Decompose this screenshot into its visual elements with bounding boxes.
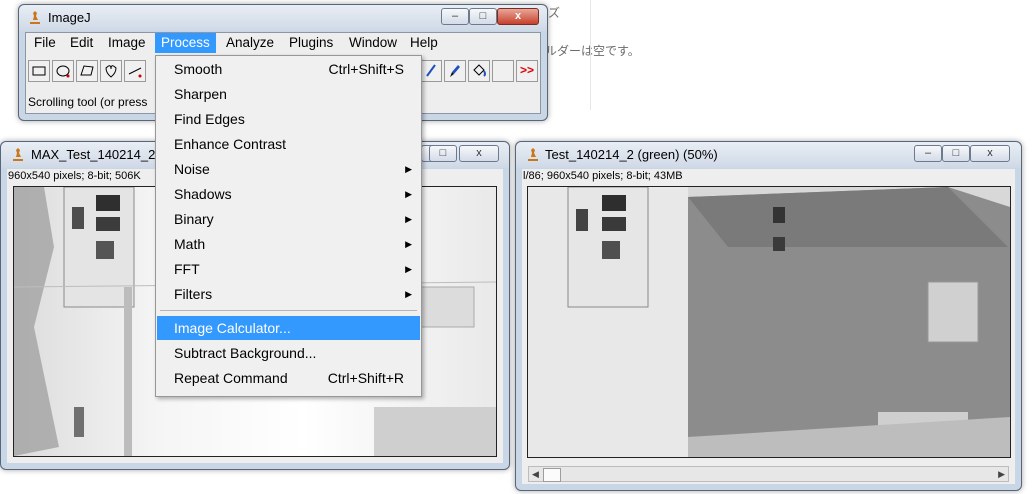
menu-image[interactable]: Image bbox=[102, 33, 152, 53]
oval-tool[interactable] bbox=[52, 60, 74, 82]
menu-item-filters[interactable]: Filters ▶ bbox=[157, 282, 420, 306]
menu-item-label: Smooth bbox=[174, 61, 223, 77]
menu-item-shadows[interactable]: Shadows ▶ bbox=[157, 182, 420, 206]
menu-item-smooth[interactable]: Smooth Ctrl+Shift+S bbox=[157, 57, 420, 81]
background-hint-top: ズ bbox=[548, 6, 561, 20]
green-window-restore-button[interactable]: □ bbox=[942, 145, 970, 162]
pencil-icon bbox=[426, 64, 436, 77]
green-window-content: l/86; 960x540 pixels; 8-bit; 43MB ◀ ▶ bbox=[522, 169, 1015, 484]
scroll-right-arrow-icon[interactable]: ▶ bbox=[998, 467, 1005, 481]
menu-item-label: Repeat Command bbox=[174, 370, 288, 386]
menu-plugins[interactable]: Plugins bbox=[283, 33, 339, 53]
green-image-info: l/86; 960x540 pixels; 8-bit; 43MB bbox=[523, 170, 683, 182]
menu-bar: File Edit Image Process Analyze Plugins … bbox=[26, 33, 540, 53]
menu-item-binary[interactable]: Binary ▶ bbox=[157, 207, 420, 231]
menu-item-enhance-contrast[interactable]: Enhance Contrast bbox=[157, 132, 420, 156]
submenu-arrow-icon: ▶ bbox=[405, 214, 412, 224]
freehand-tool[interactable] bbox=[100, 60, 122, 82]
green-window-title: Test_140214_2 (green) (50%) bbox=[545, 147, 718, 162]
background-divider bbox=[590, 0, 591, 110]
menu-item-label: Binary bbox=[174, 211, 214, 227]
menu-item-noise[interactable]: Noise ▶ bbox=[157, 157, 420, 181]
imagej-microscope-icon bbox=[528, 148, 538, 161]
polygon-icon bbox=[80, 65, 94, 76]
polygon-tool[interactable] bbox=[76, 60, 98, 82]
menu-window[interactable]: Window bbox=[343, 33, 403, 53]
green-image-canvas[interactable] bbox=[527, 186, 1011, 458]
menu-item-sharpen[interactable]: Sharpen bbox=[157, 82, 420, 106]
imagej-microscope-icon bbox=[13, 148, 23, 161]
max-window-close-button[interactable]: x bbox=[459, 145, 499, 162]
freehand-icon bbox=[105, 65, 117, 78]
menu-item-fft[interactable]: FFT ▶ bbox=[157, 257, 420, 281]
green-window-minimize-button[interactable]: ‒ bbox=[914, 145, 942, 162]
rectangle-tool[interactable] bbox=[28, 60, 50, 82]
more-tools-button[interactable]: >> bbox=[516, 60, 538, 82]
imagej-restore-button[interactable]: □ bbox=[469, 8, 497, 25]
flood-fill-tool[interactable] bbox=[468, 60, 490, 82]
menu-item-find-edges[interactable]: Find Edges bbox=[157, 107, 420, 131]
menu-file[interactable]: File bbox=[28, 33, 62, 53]
green-image-picture bbox=[528, 187, 1010, 457]
rectangle-icon bbox=[32, 66, 46, 76]
scrollbar-thumb[interactable] bbox=[543, 468, 561, 482]
shortcut-label: Ctrl+Shift+R bbox=[327, 370, 404, 386]
menu-item-subtract-background[interactable]: Subtract Background... bbox=[157, 341, 420, 365]
line-tool[interactable] bbox=[124, 60, 146, 82]
imagej-titlebar[interactable]: ImageJ ‒ □ x bbox=[19, 5, 547, 31]
horizontal-scrollbar[interactable]: ◀ ▶ bbox=[528, 466, 1009, 482]
oval-icon bbox=[56, 65, 70, 78]
background-empty-folder-text: ルダーは空です。 bbox=[545, 44, 640, 58]
submenu-arrow-icon: ▶ bbox=[405, 289, 412, 299]
submenu-arrow-icon: ▶ bbox=[405, 264, 412, 274]
menu-item-repeat-command[interactable]: Repeat Command Ctrl+Shift+R bbox=[157, 366, 420, 390]
green-window-titlebar[interactable]: Test_140214_2 (green) (50%) ‒ □ x bbox=[516, 142, 1021, 168]
max-window-restore-button[interactable]: □ bbox=[429, 145, 457, 162]
menu-item-image-calculator[interactable]: Image Calculator... bbox=[157, 316, 420, 340]
menu-item-label: Enhance Contrast bbox=[174, 136, 287, 152]
imagej-title: ImageJ bbox=[48, 10, 91, 25]
submenu-arrow-icon: ▶ bbox=[405, 189, 412, 199]
brush-icon bbox=[450, 65, 460, 77]
process-menu-dropdown: Smooth Ctrl+Shift+S Sharpen Find Edges En… bbox=[155, 55, 422, 397]
menu-item-label: Subtract Background... bbox=[174, 345, 317, 361]
menu-item-label: Filters bbox=[174, 286, 213, 302]
brush-tool[interactable] bbox=[444, 60, 466, 82]
scroll-left-arrow-icon[interactable]: ◀ bbox=[532, 467, 539, 481]
green-image-window: Test_140214_2 (green) (50%) ‒ □ x l/86; … bbox=[515, 141, 1022, 491]
menu-process[interactable]: Process bbox=[155, 33, 216, 53]
shortcut-label: Ctrl+Shift+S bbox=[328, 61, 404, 77]
empty-tool-slot bbox=[492, 60, 514, 82]
menu-help[interactable]: Help bbox=[404, 33, 444, 53]
menu-item-label: Sharpen bbox=[174, 86, 227, 102]
submenu-arrow-icon: ▶ bbox=[405, 164, 412, 174]
imagej-microscope-icon bbox=[30, 11, 40, 24]
paint-bucket-icon bbox=[473, 64, 486, 77]
pencil-tool[interactable] bbox=[420, 60, 442, 82]
menu-item-label: FFT bbox=[174, 261, 200, 277]
more-tools-label: >> bbox=[520, 63, 535, 77]
menu-item-math[interactable]: Math ▶ bbox=[157, 232, 420, 256]
menu-item-label: Noise bbox=[174, 161, 210, 177]
menu-edit[interactable]: Edit bbox=[64, 33, 99, 53]
menu-item-label: Find Edges bbox=[174, 111, 245, 127]
imagej-minimize-button[interactable]: ‒ bbox=[441, 8, 469, 25]
menu-separator bbox=[160, 310, 417, 311]
max-image-info: 960x540 pixels; 8-bit; 506K bbox=[8, 170, 141, 182]
menu-item-label: Image Calculator... bbox=[174, 320, 291, 336]
menu-item-label: Shadows bbox=[174, 186, 232, 202]
max-window-title: MAX_Test_140214_2 bbox=[31, 147, 156, 162]
line-icon bbox=[128, 67, 142, 78]
menu-analyze[interactable]: Analyze bbox=[220, 33, 280, 53]
green-window-close-button[interactable]: x bbox=[970, 145, 1010, 162]
submenu-arrow-icon: ▶ bbox=[405, 239, 412, 249]
menu-item-label: Math bbox=[174, 236, 206, 252]
status-bar-text: Scrolling tool (or press bbox=[28, 95, 148, 109]
imagej-close-button[interactable]: x bbox=[497, 8, 539, 25]
